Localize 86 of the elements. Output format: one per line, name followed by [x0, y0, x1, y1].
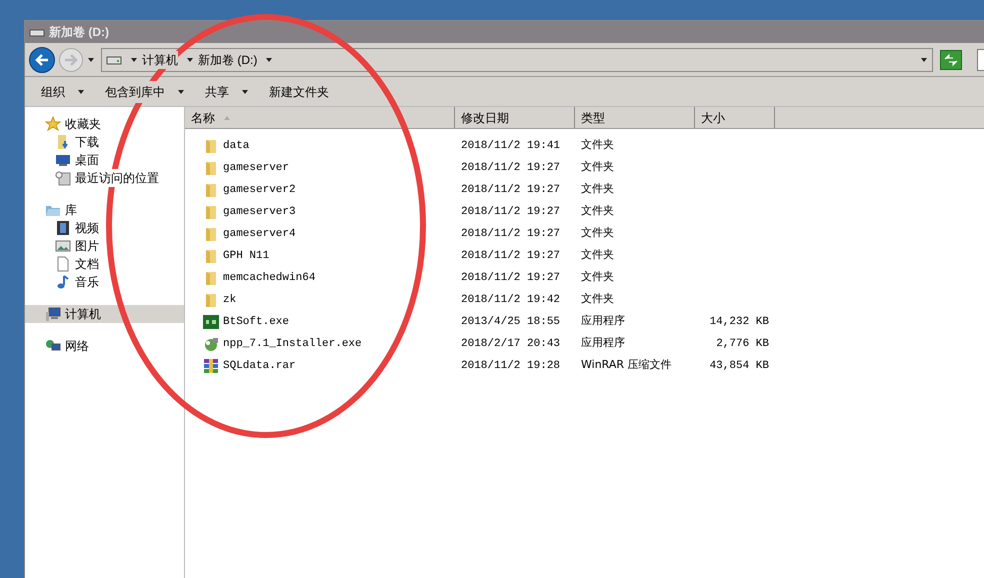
- modified-date: 2018/11/2 19:27: [461, 162, 560, 174]
- archive-icon: [203, 358, 219, 374]
- file-type: WinRAR 压缩文件: [581, 358, 672, 372]
- modified-date: 2018/11/2 19:41: [461, 140, 560, 152]
- file-name[interactable]: GPH N11: [223, 248, 270, 264]
- column-header[interactable]: 修改日期: [455, 107, 575, 128]
- folder-icon: [203, 204, 219, 220]
- nav-item[interactable]: 下载: [25, 133, 184, 151]
- nav-item[interactable]: 网络: [25, 337, 184, 355]
- file-type: 应用程序: [581, 336, 625, 350]
- caret-icon: [177, 88, 185, 96]
- file-type: 文件夹: [581, 270, 614, 284]
- breadcrumb[interactable]: 计算机: [142, 50, 178, 68]
- file-name[interactable]: gameserver3: [223, 204, 296, 220]
- nav-item[interactable]: 计算机: [25, 305, 184, 323]
- file-type: 文件夹: [581, 292, 614, 306]
- modified-date: 2018/11/2 19:42: [461, 294, 560, 306]
- file-name[interactable]: memcachedwin64: [223, 270, 316, 286]
- refresh-button[interactable]: [940, 50, 962, 70]
- file-type: 应用程序: [581, 314, 625, 328]
- music-note-icon: [55, 274, 71, 290]
- recent-places-icon: [55, 170, 71, 186]
- nav-item[interactable]: 音乐: [25, 273, 184, 291]
- folder-icon: [203, 160, 219, 176]
- file-type: 文件夹: [581, 226, 614, 240]
- column-header[interactable]: 名称: [185, 107, 455, 128]
- file-size: 14,232 KB: [710, 316, 769, 328]
- modified-date: 2018/11/2 19:28: [461, 360, 560, 372]
- file-size: 43,854 KB: [710, 360, 769, 372]
- file-name[interactable]: gameserver4: [223, 226, 296, 242]
- file-name[interactable]: npp_7.1_Installer.exe: [223, 336, 362, 352]
- modified-date: 2018/11/2 19:27: [461, 272, 560, 284]
- nav-item[interactable]: 图片: [25, 237, 184, 255]
- modified-date: 2018/11/2 19:27: [461, 228, 560, 240]
- file-name[interactable]: BtSoft.exe: [223, 314, 290, 330]
- back-button[interactable]: [29, 46, 55, 72]
- file-type: 文件夹: [581, 204, 614, 218]
- computer-icon: [45, 306, 61, 322]
- caret-icon: [130, 56, 138, 64]
- drive-icon: [106, 54, 122, 66]
- left-arrow-icon: [34, 52, 50, 68]
- file-type: 文件夹: [581, 248, 614, 262]
- nav-item[interactable]: 库: [25, 201, 184, 219]
- right-arrow-icon: [63, 52, 79, 68]
- modified-date: 2018/11/2 19:27: [461, 184, 560, 196]
- folder-icon: [203, 226, 219, 242]
- file-name[interactable]: gameserver2: [223, 182, 296, 198]
- folder-icon: [203, 138, 219, 154]
- modified-date: 2018/11/2 19:27: [461, 206, 560, 218]
- nav-item[interactable]: 收藏夹: [25, 115, 184, 133]
- file-type: 文件夹: [581, 138, 614, 152]
- sort-arrow-icon: [223, 114, 231, 122]
- nav-item[interactable]: 视频: [25, 219, 184, 237]
- caret-icon: [77, 88, 85, 96]
- image-icon: [55, 238, 71, 254]
- column-header[interactable]: 类型: [575, 107, 695, 128]
- file-name[interactable]: data: [223, 138, 250, 154]
- document-icon: [55, 256, 71, 272]
- modified-date: 2018/2/17 20:43: [461, 338, 560, 350]
- file-size: 2,776 KB: [716, 338, 769, 350]
- caret-icon: [87, 56, 95, 64]
- folder-icon: [203, 182, 219, 198]
- file-name[interactable]: zk: [223, 292, 236, 308]
- toolbar-button[interactable]: 包含到库中: [105, 80, 185, 102]
- breadcrumb[interactable]: 新加卷 (D:): [198, 50, 258, 68]
- folder-icon: [203, 270, 219, 286]
- folder-icon: [203, 248, 219, 264]
- star-icon: [45, 116, 61, 132]
- file-name[interactable]: gameserver: [223, 160, 290, 176]
- nav-item[interactable]: 文档: [25, 255, 184, 273]
- film-icon: [55, 220, 71, 236]
- caret-icon: [920, 56, 928, 64]
- refresh-arrows-icon: [943, 52, 959, 68]
- monitor-icon: [55, 152, 71, 168]
- modified-date: 2018/11/2 19:27: [461, 250, 560, 262]
- file-type: 文件夹: [581, 182, 614, 196]
- folder-icon: [203, 292, 219, 308]
- column-header[interactable]: 大小: [695, 107, 775, 128]
- nav-item[interactable]: 桌面: [25, 151, 184, 169]
- caret-icon: [241, 88, 249, 96]
- file-type: 文件夹: [581, 160, 614, 174]
- file-name[interactable]: SQLdata.rar: [223, 358, 296, 374]
- caret-icon: [265, 56, 274, 64]
- caret-icon: [186, 56, 194, 64]
- modified-date: 2013/4/25 18:55: [461, 316, 560, 328]
- window-title: 新加卷 (D:): [49, 24, 109, 41]
